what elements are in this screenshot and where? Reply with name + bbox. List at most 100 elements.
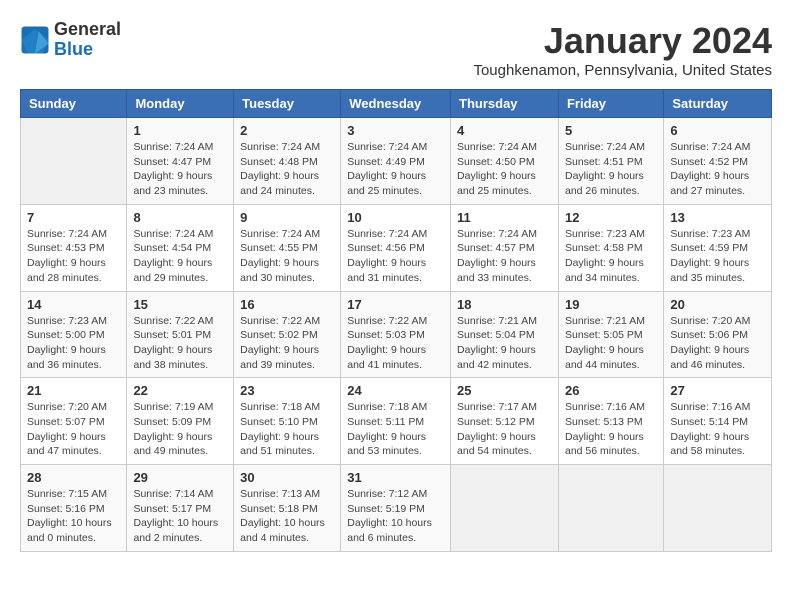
- calendar-cell: 15 Sunrise: 7:22 AM Sunset: 5:01 PM Dayli…: [127, 291, 234, 378]
- calendar-week-3: 14 Sunrise: 7:23 AM Sunset: 5:00 PM Dayli…: [21, 291, 772, 378]
- cell-info: Sunrise: 7:24 AM Sunset: 4:56 PM Dayligh…: [347, 227, 444, 286]
- date-number: 18: [457, 297, 552, 312]
- cell-info: Sunrise: 7:24 AM Sunset: 4:48 PM Dayligh…: [240, 140, 334, 199]
- cell-info: Sunrise: 7:19 AM Sunset: 5:09 PM Dayligh…: [133, 400, 227, 459]
- calendar-cell: 12 Sunrise: 7:23 AM Sunset: 4:58 PM Dayli…: [558, 204, 663, 291]
- calendar-cell: 19Sunrise: 7:21 AM Sunset: 5:05 PM Dayli…: [558, 291, 663, 378]
- cell-info: Sunrise: 7:14 AM Sunset: 5:17 PM Dayligh…: [133, 487, 227, 546]
- calendar-cell: 16Sunrise: 7:22 AM Sunset: 5:02 PM Dayli…: [234, 291, 341, 378]
- calendar-cell: 5 Sunrise: 7:24 AM Sunset: 4:51 PM Daylig…: [558, 118, 663, 205]
- calendar-cell: 20 Sunrise: 7:20 AM Sunset: 5:06 PM Dayli…: [664, 291, 772, 378]
- date-number: 17: [347, 297, 444, 312]
- date-number: 26: [565, 383, 657, 398]
- cell-info: Sunrise: 7:22 AM Sunset: 5:01 PM Dayligh…: [133, 314, 227, 373]
- calendar-cell: 17 Sunrise: 7:22 AM Sunset: 5:03 PM Dayli…: [341, 291, 451, 378]
- calendar-cell: 30 Sunrise: 7:13 AM Sunset: 5:18 PM Dayli…: [234, 465, 341, 552]
- cell-info: Sunrise: 7:24 AM Sunset: 4:52 PM Dayligh…: [670, 140, 765, 199]
- date-number: 15: [133, 297, 227, 312]
- cell-info: Sunrise: 7:23 AM Sunset: 5:00 PM Dayligh…: [27, 314, 120, 373]
- date-number: 21: [27, 383, 120, 398]
- calendar-cell: 11 Sunrise: 7:24 AM Sunset: 4:57 PM Dayli…: [451, 204, 559, 291]
- cell-info: Sunrise: 7:23 AM Sunset: 4:58 PM Dayligh…: [565, 227, 657, 286]
- header-sunday: Sunday: [21, 90, 127, 118]
- date-number: 3: [347, 123, 444, 138]
- calendar-table: SundayMondayTuesdayWednesdayThursdayFrid…: [20, 89, 772, 552]
- logo-general-text: General: [54, 20, 121, 40]
- cell-info: Sunrise: 7:15 AM Sunset: 5:16 PM Dayligh…: [27, 487, 120, 546]
- calendar-cell: 27 Sunrise: 7:16 AM Sunset: 5:14 PM Dayli…: [664, 378, 772, 465]
- header-saturday: Saturday: [664, 90, 772, 118]
- date-number: 22: [133, 383, 227, 398]
- calendar-cell: 8 Sunrise: 7:24 AM Sunset: 4:54 PM Daylig…: [127, 204, 234, 291]
- logo-blue-text: Blue: [54, 40, 121, 60]
- month-title: January 2024: [473, 20, 772, 62]
- calendar-cell: 10 Sunrise: 7:24 AM Sunset: 4:56 PM Dayli…: [341, 204, 451, 291]
- cell-info: Sunrise: 7:24 AM Sunset: 4:55 PM Dayligh…: [240, 227, 334, 286]
- header-thursday: Thursday: [451, 90, 559, 118]
- calendar-cell: 21Sunrise: 7:20 AM Sunset: 5:07 PM Dayli…: [21, 378, 127, 465]
- date-number: 4: [457, 123, 552, 138]
- calendar-cell: 1 Sunrise: 7:24 AM Sunset: 4:47 PM Daylig…: [127, 118, 234, 205]
- cell-info: Sunrise: 7:24 AM Sunset: 4:54 PM Dayligh…: [133, 227, 227, 286]
- cell-info: Sunrise: 7:16 AM Sunset: 5:13 PM Dayligh…: [565, 400, 657, 459]
- cell-info: Sunrise: 7:20 AM Sunset: 5:06 PM Dayligh…: [670, 314, 765, 373]
- cell-info: Sunrise: 7:24 AM Sunset: 4:47 PM Dayligh…: [133, 140, 227, 199]
- calendar-cell: 14 Sunrise: 7:23 AM Sunset: 5:00 PM Dayli…: [21, 291, 127, 378]
- cell-info: Sunrise: 7:18 AM Sunset: 5:11 PM Dayligh…: [347, 400, 444, 459]
- calendar-cell: 3 Sunrise: 7:24 AM Sunset: 4:49 PM Daylig…: [341, 118, 451, 205]
- page-header: General Blue January 2024 Toughkenamon, …: [20, 20, 772, 79]
- cell-info: Sunrise: 7:24 AM Sunset: 4:51 PM Dayligh…: [565, 140, 657, 199]
- calendar-cell: 4 Sunrise: 7:24 AM Sunset: 4:50 PM Daylig…: [451, 118, 559, 205]
- date-number: 1: [133, 123, 227, 138]
- calendar-cell: 26 Sunrise: 7:16 AM Sunset: 5:13 PM Dayli…: [558, 378, 663, 465]
- date-number: 30: [240, 470, 334, 485]
- date-number: 11: [457, 210, 552, 225]
- date-number: 12: [565, 210, 657, 225]
- date-number: 2: [240, 123, 334, 138]
- cell-info: Sunrise: 7:24 AM Sunset: 4:57 PM Dayligh…: [457, 227, 552, 286]
- cell-info: Sunrise: 7:12 AM Sunset: 5:19 PM Dayligh…: [347, 487, 444, 546]
- header-monday: Monday: [127, 90, 234, 118]
- date-number: 29: [133, 470, 227, 485]
- header-tuesday: Tuesday: [234, 90, 341, 118]
- calendar-cell: 2 Sunrise: 7:24 AM Sunset: 4:48 PM Daylig…: [234, 118, 341, 205]
- date-number: 20: [670, 297, 765, 312]
- header-friday: Friday: [558, 90, 663, 118]
- date-number: 5: [565, 123, 657, 138]
- calendar-cell: [21, 118, 127, 205]
- title-area: January 2024 Toughkenamon, Pennsylvania,…: [473, 20, 772, 79]
- date-number: 6: [670, 123, 765, 138]
- cell-info: Sunrise: 7:22 AM Sunset: 5:03 PM Dayligh…: [347, 314, 444, 373]
- calendar-cell: 28 Sunrise: 7:15 AM Sunset: 5:16 PM Dayli…: [21, 465, 127, 552]
- cell-info: Sunrise: 7:21 AM Sunset: 5:04 PM Dayligh…: [457, 314, 552, 373]
- date-number: 23: [240, 383, 334, 398]
- cell-info: Sunrise: 7:24 AM Sunset: 4:49 PM Dayligh…: [347, 140, 444, 199]
- date-number: 8: [133, 210, 227, 225]
- calendar-cell: 18 Sunrise: 7:21 AM Sunset: 5:04 PM Dayli…: [451, 291, 559, 378]
- calendar-week-4: 21Sunrise: 7:20 AM Sunset: 5:07 PM Dayli…: [21, 378, 772, 465]
- logo: General Blue: [20, 20, 121, 60]
- date-number: 14: [27, 297, 120, 312]
- date-number: 10: [347, 210, 444, 225]
- calendar-cell: 24Sunrise: 7:18 AM Sunset: 5:11 PM Dayli…: [341, 378, 451, 465]
- calendar-cell: 7Sunrise: 7:24 AM Sunset: 4:53 PM Daylig…: [21, 204, 127, 291]
- cell-info: Sunrise: 7:13 AM Sunset: 5:18 PM Dayligh…: [240, 487, 334, 546]
- calendar-cell: [451, 465, 559, 552]
- cell-info: Sunrise: 7:24 AM Sunset: 4:50 PM Dayligh…: [457, 140, 552, 199]
- cell-info: Sunrise: 7:16 AM Sunset: 5:14 PM Dayligh…: [670, 400, 765, 459]
- calendar-cell: 13Sunrise: 7:23 AM Sunset: 4:59 PM Dayli…: [664, 204, 772, 291]
- cell-info: Sunrise: 7:21 AM Sunset: 5:05 PM Dayligh…: [565, 314, 657, 373]
- calendar-cell: 29 Sunrise: 7:14 AM Sunset: 5:17 PM Dayli…: [127, 465, 234, 552]
- calendar-week-1: 1 Sunrise: 7:24 AM Sunset: 4:47 PM Daylig…: [21, 118, 772, 205]
- date-number: 28: [27, 470, 120, 485]
- calendar-cell: 22 Sunrise: 7:19 AM Sunset: 5:09 PM Dayli…: [127, 378, 234, 465]
- date-number: 27: [670, 383, 765, 398]
- calendar-cell: [664, 465, 772, 552]
- date-number: 31: [347, 470, 444, 485]
- calendar-cell: [558, 465, 663, 552]
- calendar-cell: 31 Sunrise: 7:12 AM Sunset: 5:19 PM Dayli…: [341, 465, 451, 552]
- cell-info: Sunrise: 7:22 AM Sunset: 5:02 PM Dayligh…: [240, 314, 334, 373]
- calendar-header-row: SundayMondayTuesdayWednesdayThursdayFrid…: [21, 90, 772, 118]
- cell-info: Sunrise: 7:18 AM Sunset: 5:10 PM Dayligh…: [240, 400, 334, 459]
- calendar-week-5: 28 Sunrise: 7:15 AM Sunset: 5:16 PM Dayli…: [21, 465, 772, 552]
